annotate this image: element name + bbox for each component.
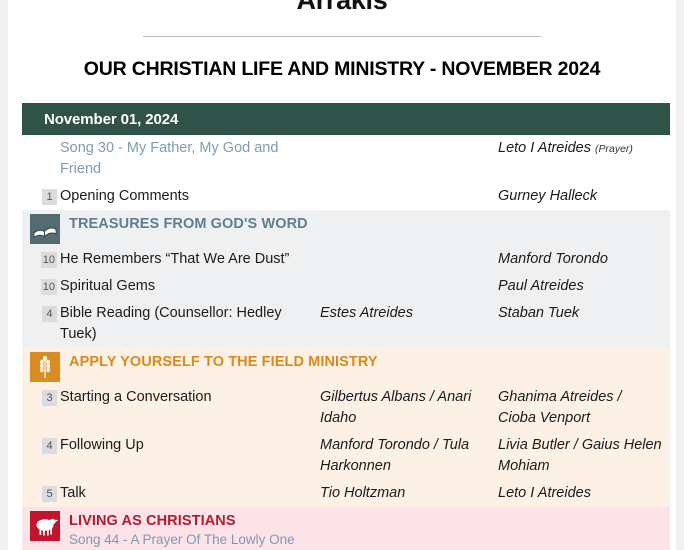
section-title-wrap: LIVING AS CHRISTIANS Song 44 - A Prayer O…: [60, 511, 295, 549]
row-title: Talk: [60, 485, 86, 501]
open-book-icon: [30, 214, 60, 244]
section-title: APPLY YOURSELF TO THE FIELD MINISTRY: [69, 354, 378, 370]
row-title: Bible Reading (Counsellor: Hedley Tuek): [60, 305, 282, 342]
schedule-sections: Song 30 - My Father, My God and Friend Le…: [8, 135, 676, 550]
assistant-name: Tio Holtzman: [320, 485, 406, 501]
section-header-treasures: TREASURES FROM GOD'S WORD: [22, 210, 670, 246]
row-assistant: Tio Holtzman: [320, 483, 498, 504]
row-assistant: Manford Torondo / Tula Harkonnen: [320, 435, 498, 477]
duration-badge-cell: 5: [22, 483, 60, 502]
assistant-name: Gilbertus Albans / Anari Idaho: [320, 389, 472, 426]
section-ministry: APPLY YOURSELF TO THE FIELD MINISTRY 3 Sta…: [22, 348, 670, 507]
row-main-assignee: Ghanima Atreides / Cioba Venport: [498, 387, 670, 429]
row-main-assignee: Livia Butler / Gaius Helen Mohiam: [498, 435, 670, 477]
row-assistant: Estes Atreides: [320, 303, 498, 324]
row-title: Following Up: [60, 437, 144, 453]
main-name: Manford Torondo: [498, 251, 608, 267]
duration-badge: [42, 141, 57, 157]
schedule-row[interactable]: 3 Starting a Conversation Gilbertus Albans…: [22, 384, 670, 432]
sheep-icon: [30, 511, 60, 541]
assistant-name: Manford Torondo / Tula Harkonnen: [320, 437, 470, 474]
date-bar: November 01, 2024: [22, 103, 670, 135]
row-title: Starting a Conversation: [60, 389, 212, 405]
schedule-row[interactable]: 10 Spiritual Gems Paul Atreides: [22, 273, 670, 300]
sheep-icon: [30, 511, 60, 541]
schedule-row[interactable]: 4 Following Up Manford Torondo / Tula Hark…: [22, 432, 670, 480]
duration-badge: 10: [40, 279, 57, 295]
duration-badge: 10: [40, 252, 57, 268]
wheat-icon: [30, 352, 60, 382]
row-main-assignee: Leto I Atreides (Prayer): [498, 138, 670, 160]
duration-badge: 4: [42, 438, 57, 454]
row-main-assignee: Gurney Halleck: [498, 186, 670, 207]
main-name: Paul Atreides: [498, 278, 584, 294]
masthead: Arrakis OUR CHRISTIAN LIFE AND MINISTRY …: [8, 0, 676, 81]
duration-badge-cell: 4: [22, 303, 60, 322]
duration-badge-cell: 4: [22, 435, 60, 454]
duration-badge-cell: [22, 138, 60, 157]
row-assistant: Gilbertus Albans / Anari Idaho: [320, 387, 498, 429]
main-name: Leto I Atreides: [498, 485, 591, 501]
assistant-name: Estes Atreides: [320, 305, 413, 321]
page-root: Arrakis OUR CHRISTIAN LIFE AND MINISTRY …: [0, 0, 684, 550]
row-song-title: Song 30 - My Father, My God and Friend: [60, 140, 279, 177]
duration-badge-cell: 1: [22, 186, 60, 205]
document-sheet: Arrakis OUR CHRISTIAN LIFE AND MINISTRY …: [8, 0, 676, 550]
section-treasures: TREASURES FROM GOD'S WORD 10 He Remembers …: [22, 210, 670, 348]
main-name: Ghanima Atreides / Cioba Venport: [498, 389, 622, 426]
duration-badge: 3: [42, 390, 57, 406]
schedule-row[interactable]: 5 Talk Tio Holtzman Leto I Atreides: [22, 480, 670, 507]
row-title: Spiritual Gems: [60, 278, 156, 294]
duration-badge: 4: [42, 306, 57, 322]
duration-badge-cell: 10: [22, 249, 60, 268]
section-title: TREASURES FROM GOD'S WORD: [69, 216, 308, 232]
section-title-wrap: TREASURES FROM GOD'S WORD: [60, 214, 308, 233]
main-role: (Prayer): [595, 143, 633, 155]
schedule-row[interactable]: Song 30 - My Father, My God and Friend Le…: [22, 135, 670, 183]
schedule-row[interactable]: 10 He Remembers “That We Are Dust” Manford…: [22, 246, 670, 273]
main-name: Livia Butler / Gaius Helen Mohiam: [498, 437, 662, 474]
duration-badge-cell: 10: [22, 276, 60, 295]
row-title: He Remembers “That We Are Dust”: [60, 251, 290, 267]
main-name: Leto I Atreides: [498, 140, 591, 156]
schedule-row[interactable]: 4 Bible Reading (Counsellor: Hedley Tuek)…: [22, 300, 670, 348]
section-title: LIVING AS CHRISTIANS: [69, 513, 236, 529]
section-living: LIVING AS CHRISTIANS Song 44 - A Prayer O…: [22, 507, 670, 550]
row-main-assignee: Paul Atreides: [498, 276, 670, 297]
section-header-living: LIVING AS CHRISTIANS Song 44 - A Prayer O…: [22, 507, 670, 550]
date-bar-label: November 01, 2024: [44, 110, 179, 128]
duration-badge-cell: 3: [22, 387, 60, 406]
row-title: Opening Comments: [60, 188, 189, 204]
page-title: OUR CHRISTIAN LIFE AND MINISTRY - NOVEMB…: [83, 58, 601, 80]
main-name: Gurney Halleck: [498, 188, 598, 204]
section-title-wrap: APPLY YOURSELF TO THE FIELD MINISTRY: [60, 352, 378, 371]
duration-badge: 5: [42, 486, 57, 502]
masthead-divider: [143, 36, 541, 37]
section-header-ministry: APPLY YOURSELF TO THE FIELD MINISTRY: [22, 348, 670, 384]
main-name: Staban Tuek: [498, 305, 580, 321]
congregation-name: Arrakis: [8, 0, 676, 12]
open-book-icon: [30, 214, 60, 244]
wheat-icon: [30, 352, 60, 382]
row-main-assignee: Staban Tuek: [498, 303, 670, 324]
row-main-assignee: Manford Torondo: [498, 249, 670, 270]
schedule-row[interactable]: 1 Opening Comments Gurney Halleck: [22, 183, 670, 210]
section-opening: Song 30 - My Father, My God and Friend Le…: [22, 135, 670, 210]
duration-badge: 1: [42, 189, 57, 205]
section-song: Song 44 - A Prayer Of The Lowly One: [69, 532, 295, 547]
row-main-assignee: Leto I Atreides: [498, 483, 670, 504]
